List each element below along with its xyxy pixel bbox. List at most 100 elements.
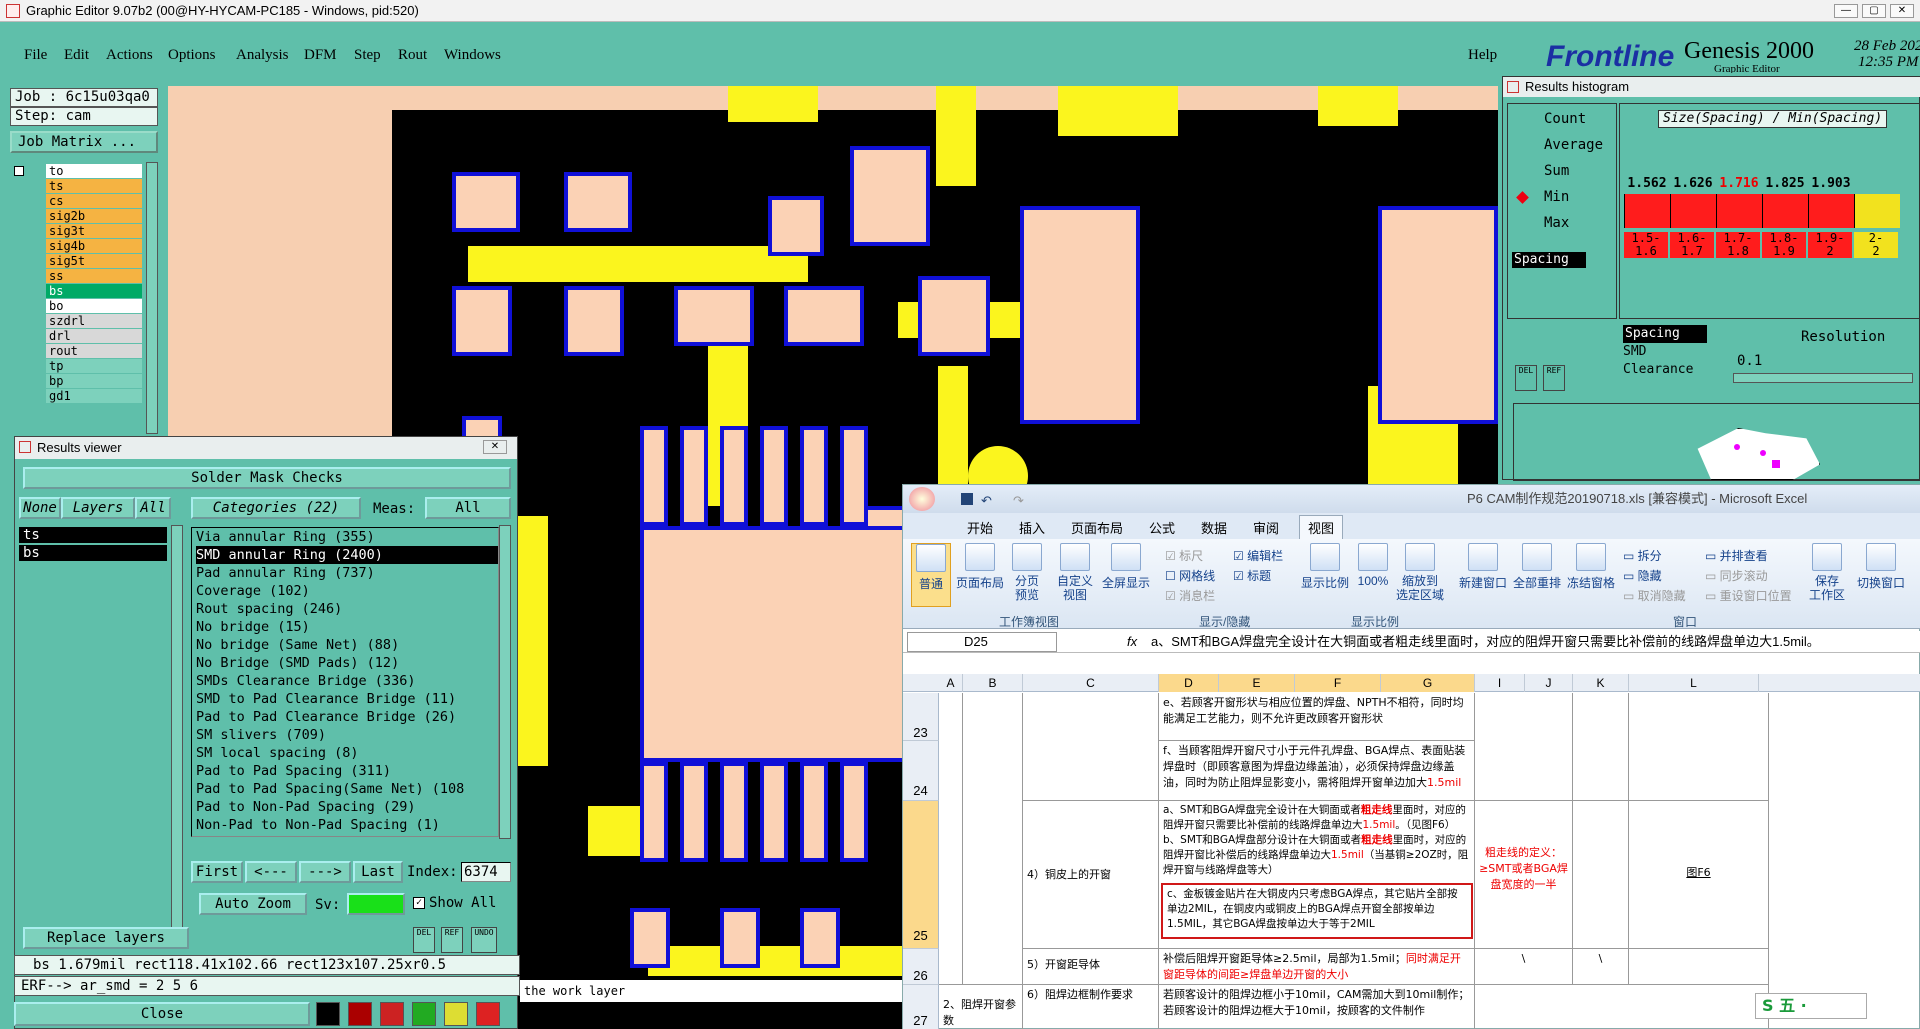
cell-l25[interactable]: 图F6 xyxy=(1629,801,1769,949)
page-layout-view-button[interactable]: 页面布局 xyxy=(955,543,1005,591)
layer-row-sig3t[interactable]: sig3t xyxy=(10,166,142,239)
sv-color-select[interactable] xyxy=(347,893,405,915)
cell-c23[interactable] xyxy=(1023,693,1159,801)
col-l[interactable]: L xyxy=(1629,674,1759,692)
col-e[interactable]: E xyxy=(1219,674,1295,692)
del-icon[interactable]: DEL xyxy=(413,927,435,953)
menu-analysis[interactable]: Analysis xyxy=(236,47,289,64)
col-a[interactable]: A xyxy=(939,674,963,692)
menu-file[interactable]: File xyxy=(24,47,47,64)
layer-row-bp[interactable]: bp xyxy=(10,166,142,389)
snapshot-icon[interactable] xyxy=(348,1002,372,1026)
histogram-bar[interactable] xyxy=(1808,194,1854,228)
minimize-button[interactable]: — xyxy=(1834,4,1858,18)
category-item[interactable]: No bridge (Same Net) (88) xyxy=(196,636,498,654)
cell-i23[interactable] xyxy=(1475,693,1573,801)
name-box[interactable]: D25 xyxy=(907,632,1057,652)
none-button[interactable]: None xyxy=(19,497,61,519)
layers-button[interactable]: Layers xyxy=(61,497,135,519)
cell-d26[interactable]: 补偿后阻焊开窗距导体≥2.5mil，局部为1.5mil；同时满足开窗距导体的间距… xyxy=(1159,949,1475,985)
col-k[interactable]: K xyxy=(1573,674,1629,692)
layer-row-to[interactable]: to xyxy=(10,164,142,179)
index-input[interactable]: 6374 xyxy=(461,862,511,882)
category-scrollbar[interactable] xyxy=(499,525,511,839)
col-i[interactable]: I xyxy=(1475,674,1525,692)
menu-help[interactable]: Help xyxy=(1468,47,1497,64)
zoom-100-button[interactable]: 100% xyxy=(1355,543,1391,588)
result-layer-list[interactable]: ts bs xyxy=(19,527,171,607)
tab-view[interactable]: 视图 xyxy=(1299,515,1344,539)
menu-rout[interactable]: Rout xyxy=(398,47,427,64)
cell-k26[interactable]: \ xyxy=(1573,949,1629,985)
menu-dfm[interactable]: DFM xyxy=(304,47,337,64)
normal-view-button[interactable]: 普通 xyxy=(911,543,951,607)
next-button[interactable]: ---> xyxy=(299,861,351,883)
cell-l23[interactable] xyxy=(1629,693,1769,801)
cell-d24[interactable]: f、当顾客阻焊开窗尺寸小于元件孔焊盘、BGA焊点、表面贴装焊盘时（即顾客意图为焊… xyxy=(1159,741,1475,801)
row-header-25[interactable]: 25 xyxy=(903,801,939,949)
replace-layers-select[interactable]: Replace layers xyxy=(23,927,189,949)
tab-data[interactable]: 数据 xyxy=(1201,518,1227,537)
opt-sum[interactable]: Sum xyxy=(1516,160,1569,182)
category-item[interactable]: Pad to Pad Spacing(Same Net) (108 xyxy=(196,780,498,798)
hist-ref-icon[interactable]: REF xyxy=(1543,365,1565,391)
category-item[interactable]: Pad to Non-Pad Spacing (29) xyxy=(196,798,498,816)
result-layer-item[interactable]: bs xyxy=(19,545,167,561)
meas-select[interactable]: All xyxy=(425,497,511,519)
undo-quick-icon[interactable]: ↶ xyxy=(981,487,992,515)
category-item[interactable]: Pad annular Ring (737) xyxy=(196,564,498,582)
filter-smd[interactable]: SMD xyxy=(1623,343,1709,361)
layer-row-gd1[interactable]: gd1 xyxy=(10,166,142,404)
category-item[interactable]: Rout spacing (246) xyxy=(196,600,498,618)
maximize-button[interactable]: ▢ xyxy=(1862,4,1886,18)
freeze-panes-button[interactable]: 冻结窗格 xyxy=(1565,543,1617,591)
cell-c25[interactable]: 4）铜皮上的开窗 xyxy=(1023,801,1159,949)
col-j[interactable]: J xyxy=(1525,674,1573,692)
category-item[interactable]: Pad to Pad Clearance Bridge (26) xyxy=(196,708,498,726)
highlighted-cell-c[interactable]: c、金板镀金贴片在大铜皮内只考虑BGA焊点，其它贴片全部按单边2MIL，在铜皮内… xyxy=(1161,883,1473,939)
row-header-24[interactable]: 24 xyxy=(903,741,939,801)
menu-step[interactable]: Step xyxy=(354,47,381,64)
save-icon[interactable] xyxy=(961,493,973,505)
prev-button[interactable]: <--- xyxy=(245,861,297,883)
clear-icon[interactable] xyxy=(380,1002,404,1026)
cell-d27[interactable]: 若顾客设计的阻焊边框小于10mil，CAM需加大到10mil制作；若顾客设计的阻… xyxy=(1159,985,1475,1029)
last-button[interactable]: Last xyxy=(353,861,403,883)
spacing-selector[interactable]: Spacing xyxy=(1512,252,1586,268)
category-item[interactable]: Non-Pad to Non-Pad Spacing (1) xyxy=(196,816,498,834)
formula-bar-checkbox[interactable]: ☑ 编辑栏 xyxy=(1233,547,1283,564)
categories-button[interactable]: Categories (22) xyxy=(191,497,361,519)
message-bar-checkbox[interactable]: ☑ 消息栏 xyxy=(1165,587,1215,604)
layer-row-drl[interactable]: drl xyxy=(10,166,142,344)
histogram-bar[interactable] xyxy=(1624,194,1670,228)
cell-d23[interactable]: e、若顾客开窗形状与相应位置的焊盘、NPTH不相符，同时均能满足工艺能力，则不允… xyxy=(1159,693,1475,741)
headings-checkbox[interactable]: ☑ 标题 xyxy=(1233,567,1271,584)
sogou-ime-icon[interactable]: S 五 · xyxy=(1755,993,1867,1019)
category-item[interactable]: No bridge (15) xyxy=(196,618,498,636)
reset-position-button[interactable]: ▭ 重设窗口位置 xyxy=(1705,587,1792,604)
row-header-23[interactable]: 23 xyxy=(903,693,939,741)
opt-count[interactable]: Count xyxy=(1516,108,1586,130)
cell-k25[interactable] xyxy=(1573,801,1629,949)
layer-row-tp[interactable]: tp xyxy=(10,166,142,374)
close-window-button[interactable]: ✕ xyxy=(1890,4,1914,18)
layer-row-bo[interactable]: bo xyxy=(10,166,142,314)
category-item[interactable]: Pad to Pad Spacing (311) xyxy=(196,762,498,780)
category-item[interactable]: SMD to Pad Clearance Bridge (11) xyxy=(196,690,498,708)
undo-icon[interactable]: UNDO xyxy=(471,927,497,953)
col-b[interactable]: B xyxy=(963,674,1023,692)
col-c[interactable]: C xyxy=(1023,674,1159,692)
layer-row-ss[interactable]: ss xyxy=(10,166,142,284)
tab-insert[interactable]: 插入 xyxy=(1019,518,1045,537)
opt-average[interactable]: Average xyxy=(1516,134,1603,156)
redo-quick-icon[interactable]: ↷ xyxy=(1013,487,1024,515)
command-line[interactable]: ERF--> ar_smd = 2 5 6 xyxy=(14,976,520,996)
side-by-side-button[interactable]: ▭ 并排查看 xyxy=(1705,547,1768,564)
gridlines-checkbox[interactable]: ☐ 网格线 xyxy=(1165,567,1215,584)
page-break-preview-button[interactable]: 分页 预览 xyxy=(1007,543,1047,602)
category-item[interactable]: SMD annular Ring (2400) xyxy=(196,546,498,564)
histogram-bar[interactable] xyxy=(1854,194,1900,228)
cell-c27[interactable]: 6）阻焊边框制作要求 xyxy=(1023,985,1159,1029)
opt-max[interactable]: Max xyxy=(1516,212,1569,234)
category-item[interactable]: No Bridge (SMD Pads) (12) xyxy=(196,654,498,672)
